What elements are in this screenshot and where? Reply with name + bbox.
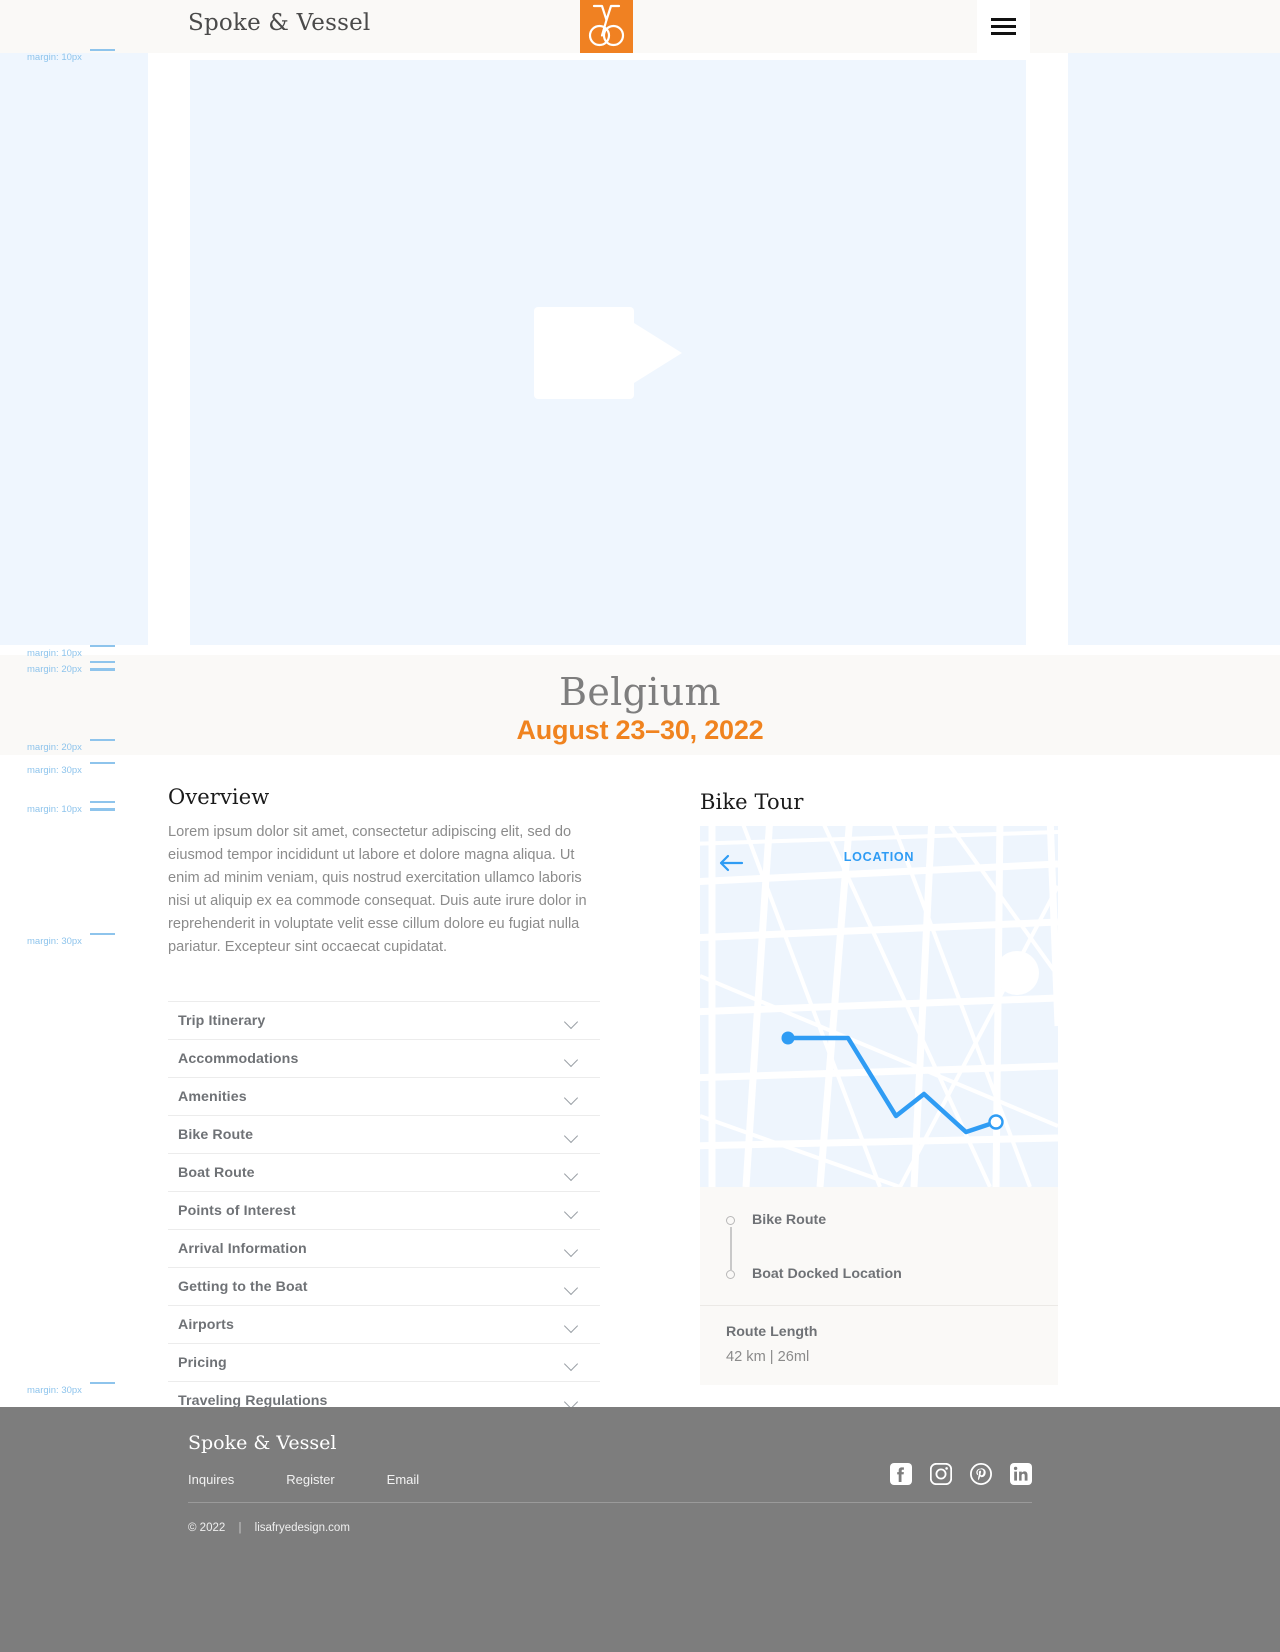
margin-annotation-label: margin: 30px — [27, 1385, 82, 1396]
accordion-item[interactable]: Accommodations — [168, 1040, 600, 1079]
accordion-item[interactable]: Points of Interest — [168, 1192, 600, 1231]
chevron-down-icon — [565, 1359, 578, 1367]
accordion-item[interactable]: Pricing — [168, 1344, 600, 1383]
legend-label: Bike Route — [752, 1212, 827, 1228]
margin-annotation-label: margin: 20px — [27, 742, 82, 753]
trip-dates: August 23–30, 2022 — [516, 714, 764, 745]
page-root: Spoke & Vessel Belgium August 23–30, 202… — [0, 0, 1280, 1652]
margin-annotation-ticks — [90, 801, 115, 816]
accordion-label: Arrival Information — [178, 1240, 307, 1257]
footer-brand: Spoke & Vessel — [188, 1432, 337, 1454]
margin-annotation-ticks — [90, 933, 115, 940]
overview-heading: Overview — [168, 785, 270, 809]
footer-links: Inquires Register Email — [188, 1472, 471, 1487]
overview-accordion: Trip Itinerary Accommodations Amenities … — [168, 1001, 600, 1421]
footer-link-email[interactable]: Email — [387, 1472, 420, 1487]
chevron-down-icon — [565, 1055, 578, 1063]
map-location-label: LOCATION — [843, 850, 915, 864]
chevron-down-icon — [565, 1093, 578, 1101]
accordion-item[interactable]: Bike Route — [168, 1116, 600, 1155]
margin-annotation-label: margin: 30px — [27, 936, 82, 947]
facebook-icon[interactable] — [890, 1463, 912, 1490]
biketour-heading: Bike Tour — [700, 790, 804, 814]
accordion-label: Pricing — [178, 1354, 227, 1371]
chevron-down-icon — [565, 1017, 578, 1025]
video-camera-icon — [534, 306, 682, 399]
accordion-label: Trip Itinerary — [178, 1012, 266, 1029]
legend-item-bike-route: Bike Route — [700, 1207, 1058, 1233]
legend-connector-line — [730, 1227, 732, 1271]
vco-monogram-icon — [588, 4, 625, 47]
bike-tour-card: LOCATION Bike Route Boat Docked Location… — [700, 826, 1058, 1385]
margin-annotation-ticks — [90, 1382, 115, 1389]
page-title: Belgium — [559, 670, 721, 714]
margin-annotation-label: margin: 30px — [27, 765, 82, 776]
margin-annotation-label: margin: 20px — [27, 664, 82, 675]
map-legend: Bike Route Boat Docked Location — [700, 1187, 1058, 1306]
margin-annotation-label: margin: 10px — [27, 804, 82, 815]
chevron-down-icon — [565, 1397, 578, 1405]
margin-annotation-ticks — [90, 739, 115, 746]
chevron-down-icon — [565, 1283, 578, 1291]
chevron-down-icon — [565, 1321, 578, 1329]
accordion-item[interactable]: Amenities — [168, 1078, 600, 1117]
margin-annotation-ticks — [90, 645, 115, 652]
margin-annotation-ticks — [90, 49, 115, 56]
chevron-down-icon — [565, 1131, 578, 1139]
accordion-label: Points of Interest — [178, 1202, 296, 1219]
footer-link-register[interactable]: Register — [286, 1472, 334, 1487]
site-header: Spoke & Vessel — [0, 0, 1280, 53]
margin-annotation-label: margin: 10px — [27, 648, 82, 659]
pinterest-icon[interactable] — [969, 1462, 993, 1490]
hero-left-filler — [0, 53, 148, 645]
margin-annotation-label: margin: 10px — [27, 52, 82, 63]
accordion-label: Amenities — [178, 1088, 247, 1105]
legend-label: Boat Docked Location — [752, 1266, 902, 1282]
menu-button[interactable] — [977, 0, 1030, 53]
legend-item-boat-dock: Boat Docked Location — [700, 1261, 1058, 1287]
hero-right-filler — [1068, 53, 1280, 645]
site-domain: lisafryedesign.com — [254, 1522, 350, 1534]
map-view[interactable]: LOCATION — [700, 826, 1058, 1187]
copyright-year: © 2022 — [188, 1522, 226, 1534]
route-length-panel: Route Length 42 km | 26ml — [700, 1306, 1058, 1385]
copyright-separator: | — [238, 1522, 242, 1534]
accordion-item[interactable]: Arrival Information — [168, 1230, 600, 1269]
biketour-column: Bike Tour LOCATION Bike Route Boat Docke… — [700, 790, 1058, 1385]
legend-dot-icon — [726, 1215, 735, 1225]
overview-column: Overview Lorem ipsum dolor sit amet, con… — [168, 785, 600, 1421]
accordion-label: Boat Route — [178, 1164, 255, 1181]
accordion-item[interactable]: Boat Route — [168, 1154, 600, 1193]
overview-body: Lorem ipsum dolor sit amet, consectetur … — [168, 824, 587, 956]
map-streets — [700, 826, 1058, 1187]
accordion-item[interactable]: Airports — [168, 1306, 600, 1345]
accordion-item[interactable]: Getting to the Boat — [168, 1268, 600, 1307]
chevron-down-icon — [565, 1169, 578, 1177]
footer-link-inquires[interactable]: Inquires — [188, 1472, 234, 1487]
route-length-value: 42 km | 26ml — [726, 1349, 810, 1365]
accordion-label: Bike Route — [178, 1126, 254, 1143]
margin-annotation-ticks — [90, 762, 115, 769]
footer-divider — [188, 1502, 1032, 1503]
social-links — [890, 1462, 1032, 1490]
chevron-down-icon — [565, 1245, 578, 1253]
route-length-title: Route Length — [726, 1324, 818, 1340]
margin-annotation-ticks — [90, 661, 115, 676]
accordion-label: Airports — [178, 1316, 234, 1333]
accordion-label: Accommodations — [178, 1050, 299, 1067]
linkedin-icon[interactable] — [1010, 1463, 1032, 1490]
footer-copyright: © 2022 | lisafryedesign.com — [188, 1522, 350, 1534]
logo-mark[interactable] — [580, 0, 633, 53]
trip-title-band: Belgium August 23–30, 2022 — [0, 655, 1280, 755]
site-brand[interactable]: Spoke & Vessel — [188, 10, 370, 36]
chevron-down-icon — [565, 1207, 578, 1215]
site-footer: Spoke & Vessel Inquires Register Email ©… — [0, 1407, 1280, 1652]
accordion-label: Getting to the Boat — [178, 1278, 308, 1295]
instagram-icon[interactable] — [929, 1462, 953, 1490]
hamburger-menu-icon — [991, 14, 1016, 39]
hero-video-placeholder[interactable] — [190, 60, 1026, 645]
accordion-item[interactable]: Trip Itinerary — [168, 1002, 600, 1041]
main-content: Overview Lorem ipsum dolor sit amet, con… — [0, 755, 1280, 1421]
